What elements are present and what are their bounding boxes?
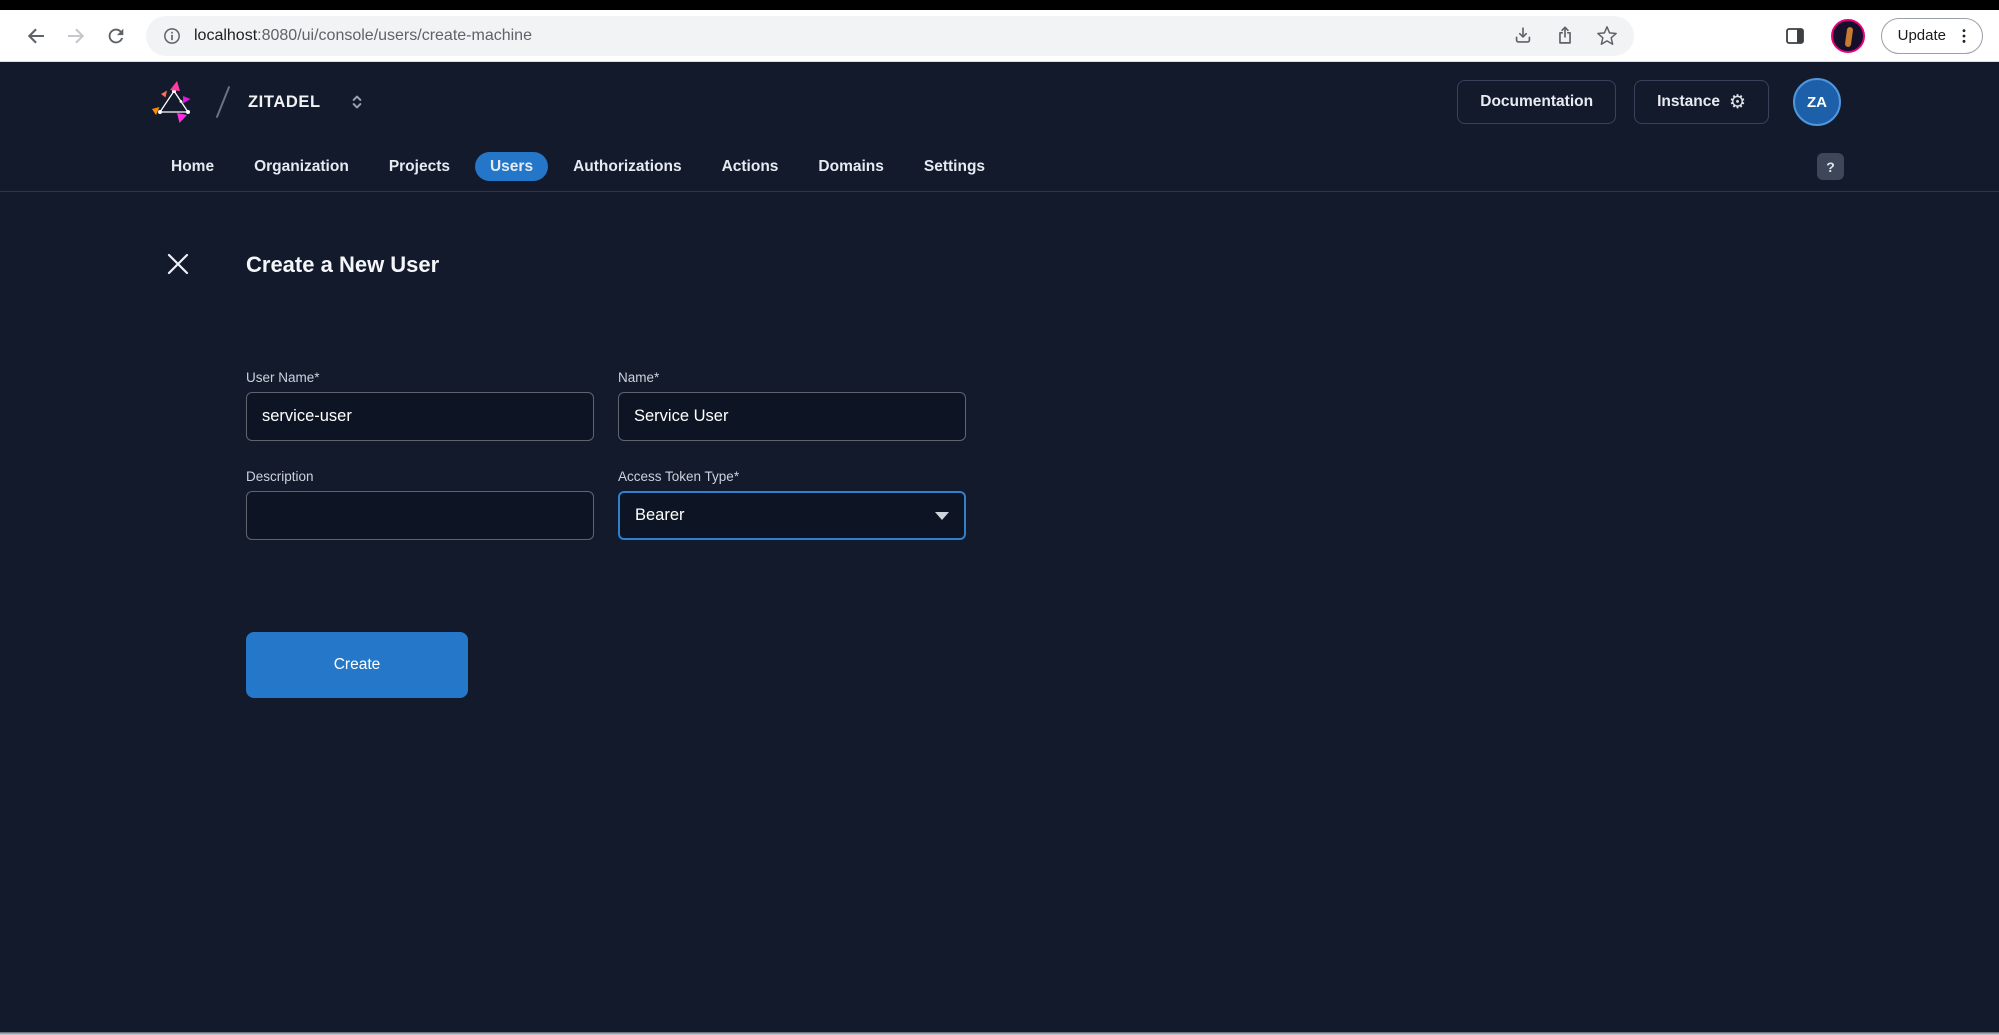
create-user-form: User Name* Name* Description Access Toke… (246, 370, 966, 540)
back-button-icon[interactable] (16, 16, 56, 56)
chevron-down-icon (935, 512, 949, 520)
url-text: localhost:8080/ui/console/users/create-m… (194, 27, 1500, 45)
update-button[interactable]: Update (1881, 18, 1983, 54)
create-button[interactable]: Create (246, 632, 468, 698)
site-info-icon[interactable] (162, 26, 182, 46)
access-token-type-field-group: Access Token Type* Bearer (618, 469, 966, 540)
update-label: Update (1898, 27, 1946, 44)
side-panel-icon[interactable] (1775, 16, 1815, 56)
reload-button-icon[interactable] (96, 16, 136, 56)
nav-item-projects[interactable]: Projects (374, 152, 465, 182)
help-button[interactable]: ? (1817, 153, 1844, 180)
nav-item-users[interactable]: Users (475, 152, 548, 182)
username-label: User Name* (246, 370, 594, 385)
nav-item-home[interactable]: Home (156, 152, 229, 182)
browser-profile-avatar[interactable] (1831, 19, 1865, 53)
org-name: ZITADEL (248, 93, 321, 112)
nav-item-organization[interactable]: Organization (239, 152, 364, 182)
address-bar[interactable]: localhost:8080/ui/console/users/create-m… (146, 16, 1634, 56)
name-label: Name* (618, 370, 966, 385)
download-icon[interactable] (1512, 25, 1534, 47)
username-input[interactable] (246, 392, 594, 441)
app-nav: Home Organization Projects Users Authori… (0, 142, 1999, 192)
kebab-menu-icon[interactable] (1954, 26, 1974, 46)
org-switcher-icon[interactable] (347, 91, 367, 113)
url-host: localhost (194, 27, 257, 44)
access-token-type-value: Bearer (635, 506, 935, 525)
url-path: :8080/ui/console/users/create-machine (257, 27, 532, 44)
create-user-page: Create a New User User Name* Name* Descr… (0, 192, 1999, 892)
name-input[interactable] (618, 392, 966, 441)
nav-item-authorizations[interactable]: Authorizations (558, 152, 697, 182)
browser-toolbar: localhost:8080/ui/console/users/create-m… (0, 10, 1999, 62)
access-token-type-select[interactable]: Bearer (618, 491, 966, 540)
bookmark-star-icon[interactable] (1596, 25, 1618, 47)
documentation-label: Documentation (1480, 93, 1593, 111)
zitadel-logo-icon[interactable] (150, 80, 198, 124)
access-token-type-label: Access Token Type* (618, 469, 966, 484)
app-header: ZITADEL Documentation Instance ⚙ ZA (0, 62, 1999, 142)
nav-item-domains[interactable]: Domains (803, 152, 898, 182)
nav-item-actions[interactable]: Actions (707, 152, 794, 182)
description-input[interactable] (246, 491, 594, 540)
page-title: Create a New User (246, 252, 439, 278)
documentation-button[interactable]: Documentation (1457, 80, 1616, 124)
name-field-group: Name* (618, 370, 966, 441)
brand-separator (216, 86, 231, 118)
gear-icon: ⚙ (1729, 93, 1746, 112)
share-icon[interactable] (1554, 25, 1576, 47)
description-field-group: Description (246, 469, 594, 540)
user-avatar[interactable]: ZA (1793, 78, 1841, 126)
instance-label: Instance (1657, 93, 1720, 111)
close-icon[interactable] (163, 249, 193, 279)
window-top-strip (0, 0, 1999, 10)
forward-button-icon[interactable] (56, 16, 96, 56)
username-field-group: User Name* (246, 370, 594, 441)
nav-item-settings[interactable]: Settings (909, 152, 1000, 182)
description-label: Description (246, 469, 594, 484)
instance-button[interactable]: Instance ⚙ (1634, 80, 1769, 124)
